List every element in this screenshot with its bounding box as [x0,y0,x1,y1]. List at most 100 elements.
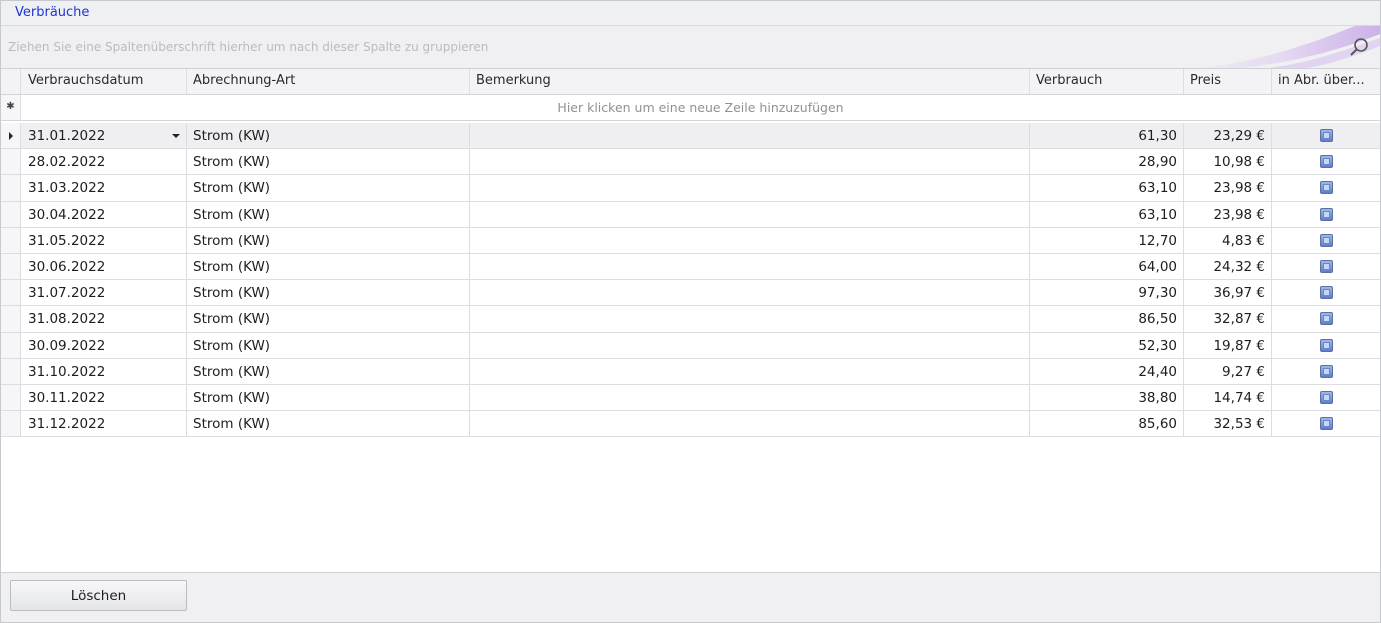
row-indicator[interactable] [1,227,21,253]
cell-date[interactable]: 31.01.2022 [22,123,187,149]
table-row[interactable]: 28.02.2022 Strom (KW) 28,90 10,98 € [1,149,1380,176]
table-row[interactable]: 31.08.2022 Strom (KW) 86,50 32,87 € [1,306,1380,333]
group-by-panel[interactable]: Ziehen Sie eine Spaltenüberschrift hierh… [1,26,1380,69]
table-row[interactable]: 31.03.2022 Strom (KW) 63,10 23,98 € [1,175,1380,202]
row-indicator[interactable] [1,201,21,227]
in-billing-checkbox[interactable] [1320,207,1333,221]
cell-billing-type[interactable]: Strom (KW) [187,123,470,149]
new-row[interactable]: ✱ Hier klicken um eine neue Zeile hinzuz… [1,95,1380,121]
cell-in-billing[interactable] [1272,254,1380,279]
cell-usage[interactable]: 38,80 [1030,384,1184,411]
cell-date[interactable]: 31.12.2022 [22,411,187,437]
in-billing-checkbox[interactable] [1320,155,1333,169]
cell-usage[interactable]: 24,40 [1030,358,1184,384]
cell-usage[interactable]: 12,70 [1030,227,1184,253]
cell-remark[interactable] [470,123,1030,149]
cell-billing-type[interactable]: Strom (KW) [187,227,470,253]
table-row[interactable]: 30.11.2022 Strom (KW) 38,80 14,74 € [1,384,1380,412]
search-icon[interactable] [1348,36,1370,58]
table-row[interactable]: 31.12.2022 Strom (KW) 85,60 32,53 € [1,411,1380,438]
row-indicator[interactable] [1,306,21,332]
cell-usage[interactable]: 63,10 [1030,175,1184,201]
table-row[interactable]: 31.05.2022 Strom (KW) 12,70 4,83 € [1,227,1380,254]
in-billing-checkbox[interactable] [1320,233,1333,247]
cell-billing-type[interactable]: Strom (KW) [187,201,470,227]
cell-date[interactable]: 30.11.2022 [22,384,187,411]
column-header-date[interactable]: Verbrauchsdatum [22,69,187,94]
row-indicator[interactable] [1,280,21,306]
cell-remark[interactable] [470,358,1030,384]
cell-in-billing[interactable] [1272,306,1380,331]
cell-in-billing[interactable] [1272,149,1380,174]
table-row[interactable]: 31.07.2022 Strom (KW) 97,30 36,97 € [1,280,1380,307]
cell-price[interactable]: 23,98 € [1184,175,1272,201]
column-header-remark[interactable]: Bemerkung [470,69,1030,94]
cell-remark[interactable] [470,175,1030,201]
cell-price[interactable]: 10,98 € [1184,149,1272,175]
in-billing-checkbox[interactable] [1320,181,1333,195]
cell-billing-type[interactable]: Strom (KW) [187,358,470,384]
in-billing-checkbox[interactable] [1320,312,1333,326]
cell-in-billing[interactable] [1272,280,1380,305]
cell-date[interactable]: 31.03.2022 [22,175,187,201]
cell-billing-type[interactable]: Strom (KW) [187,411,470,437]
cell-billing-type[interactable]: Strom (KW) [187,332,470,358]
cell-remark[interactable] [470,384,1030,411]
cell-in-billing[interactable] [1272,333,1380,358]
row-indicator[interactable] [1,175,21,201]
cell-remark[interactable] [470,306,1030,332]
in-billing-checkbox[interactable] [1320,286,1333,300]
cell-in-billing[interactable] [1272,202,1380,227]
cell-remark[interactable] [470,149,1030,175]
cell-remark[interactable] [470,253,1030,280]
in-billing-checkbox[interactable] [1320,364,1333,378]
cell-date[interactable]: 31.10.2022 [22,358,187,384]
cell-date[interactable]: 30.06.2022 [22,253,187,280]
table-row[interactable]: 30.04.2022 Strom (KW) 63,10 23,98 € [1,201,1380,228]
column-header-in-billing[interactable]: in Abr. über... [1272,69,1380,94]
cell-date[interactable]: 30.09.2022 [22,332,187,358]
cell-remark[interactable] [470,332,1030,358]
cell-billing-type[interactable]: Strom (KW) [187,149,470,175]
cell-remark[interactable] [470,411,1030,437]
cell-in-billing[interactable] [1272,228,1380,253]
cell-price[interactable]: 32,53 € [1184,411,1272,437]
in-billing-checkbox[interactable] [1320,417,1333,431]
new-row-label[interactable]: Hier klicken um eine neue Zeile hinzuzuf… [21,100,1380,115]
cell-date[interactable]: 31.08.2022 [22,306,187,332]
cell-price[interactable]: 36,97 € [1184,280,1272,306]
cell-billing-type[interactable]: Strom (KW) [187,306,470,332]
column-header-billing-type[interactable]: Abrechnung-Art [187,69,470,94]
in-billing-checkbox[interactable] [1320,129,1333,142]
cell-in-billing[interactable] [1272,175,1380,200]
cell-remark[interactable] [470,280,1030,306]
table-row[interactable]: 31.01.2022 Strom (KW) 61,30 23,29 € [1,123,1380,150]
cell-price[interactable]: 23,29 € [1184,123,1272,149]
cell-usage[interactable]: 61,30 [1030,123,1184,149]
cell-date[interactable]: 28.02.2022 [22,149,187,175]
in-billing-checkbox[interactable] [1320,390,1333,404]
cell-remark[interactable] [470,227,1030,253]
cell-in-billing[interactable] [1272,359,1380,384]
row-indicator[interactable] [1,332,21,358]
cell-date[interactable]: 31.07.2022 [22,280,187,306]
cell-usage[interactable]: 28,90 [1030,149,1184,175]
cell-usage[interactable]: 86,50 [1030,306,1184,332]
cell-billing-type[interactable]: Strom (KW) [187,253,470,280]
cell-usage[interactable]: 97,30 [1030,280,1184,306]
in-billing-checkbox[interactable] [1320,338,1333,352]
cell-billing-type[interactable]: Strom (KW) [187,175,470,201]
cell-usage[interactable]: 52,30 [1030,332,1184,358]
cell-in-billing[interactable] [1272,123,1380,148]
cell-price[interactable]: 23,98 € [1184,201,1272,227]
cell-price[interactable]: 19,87 € [1184,332,1272,358]
delete-button[interactable]: Löschen [10,580,187,611]
cell-in-billing[interactable] [1272,411,1380,436]
cell-price[interactable]: 14,74 € [1184,384,1272,411]
row-indicator[interactable] [1,358,21,384]
cell-price[interactable]: 24,32 € [1184,253,1272,280]
date-dropdown-icon[interactable] [172,134,180,138]
cell-date[interactable]: 31.05.2022 [22,227,187,253]
row-indicator[interactable] [1,253,21,280]
table-row[interactable]: 30.06.2022 Strom (KW) 64,00 24,32 € [1,253,1380,281]
